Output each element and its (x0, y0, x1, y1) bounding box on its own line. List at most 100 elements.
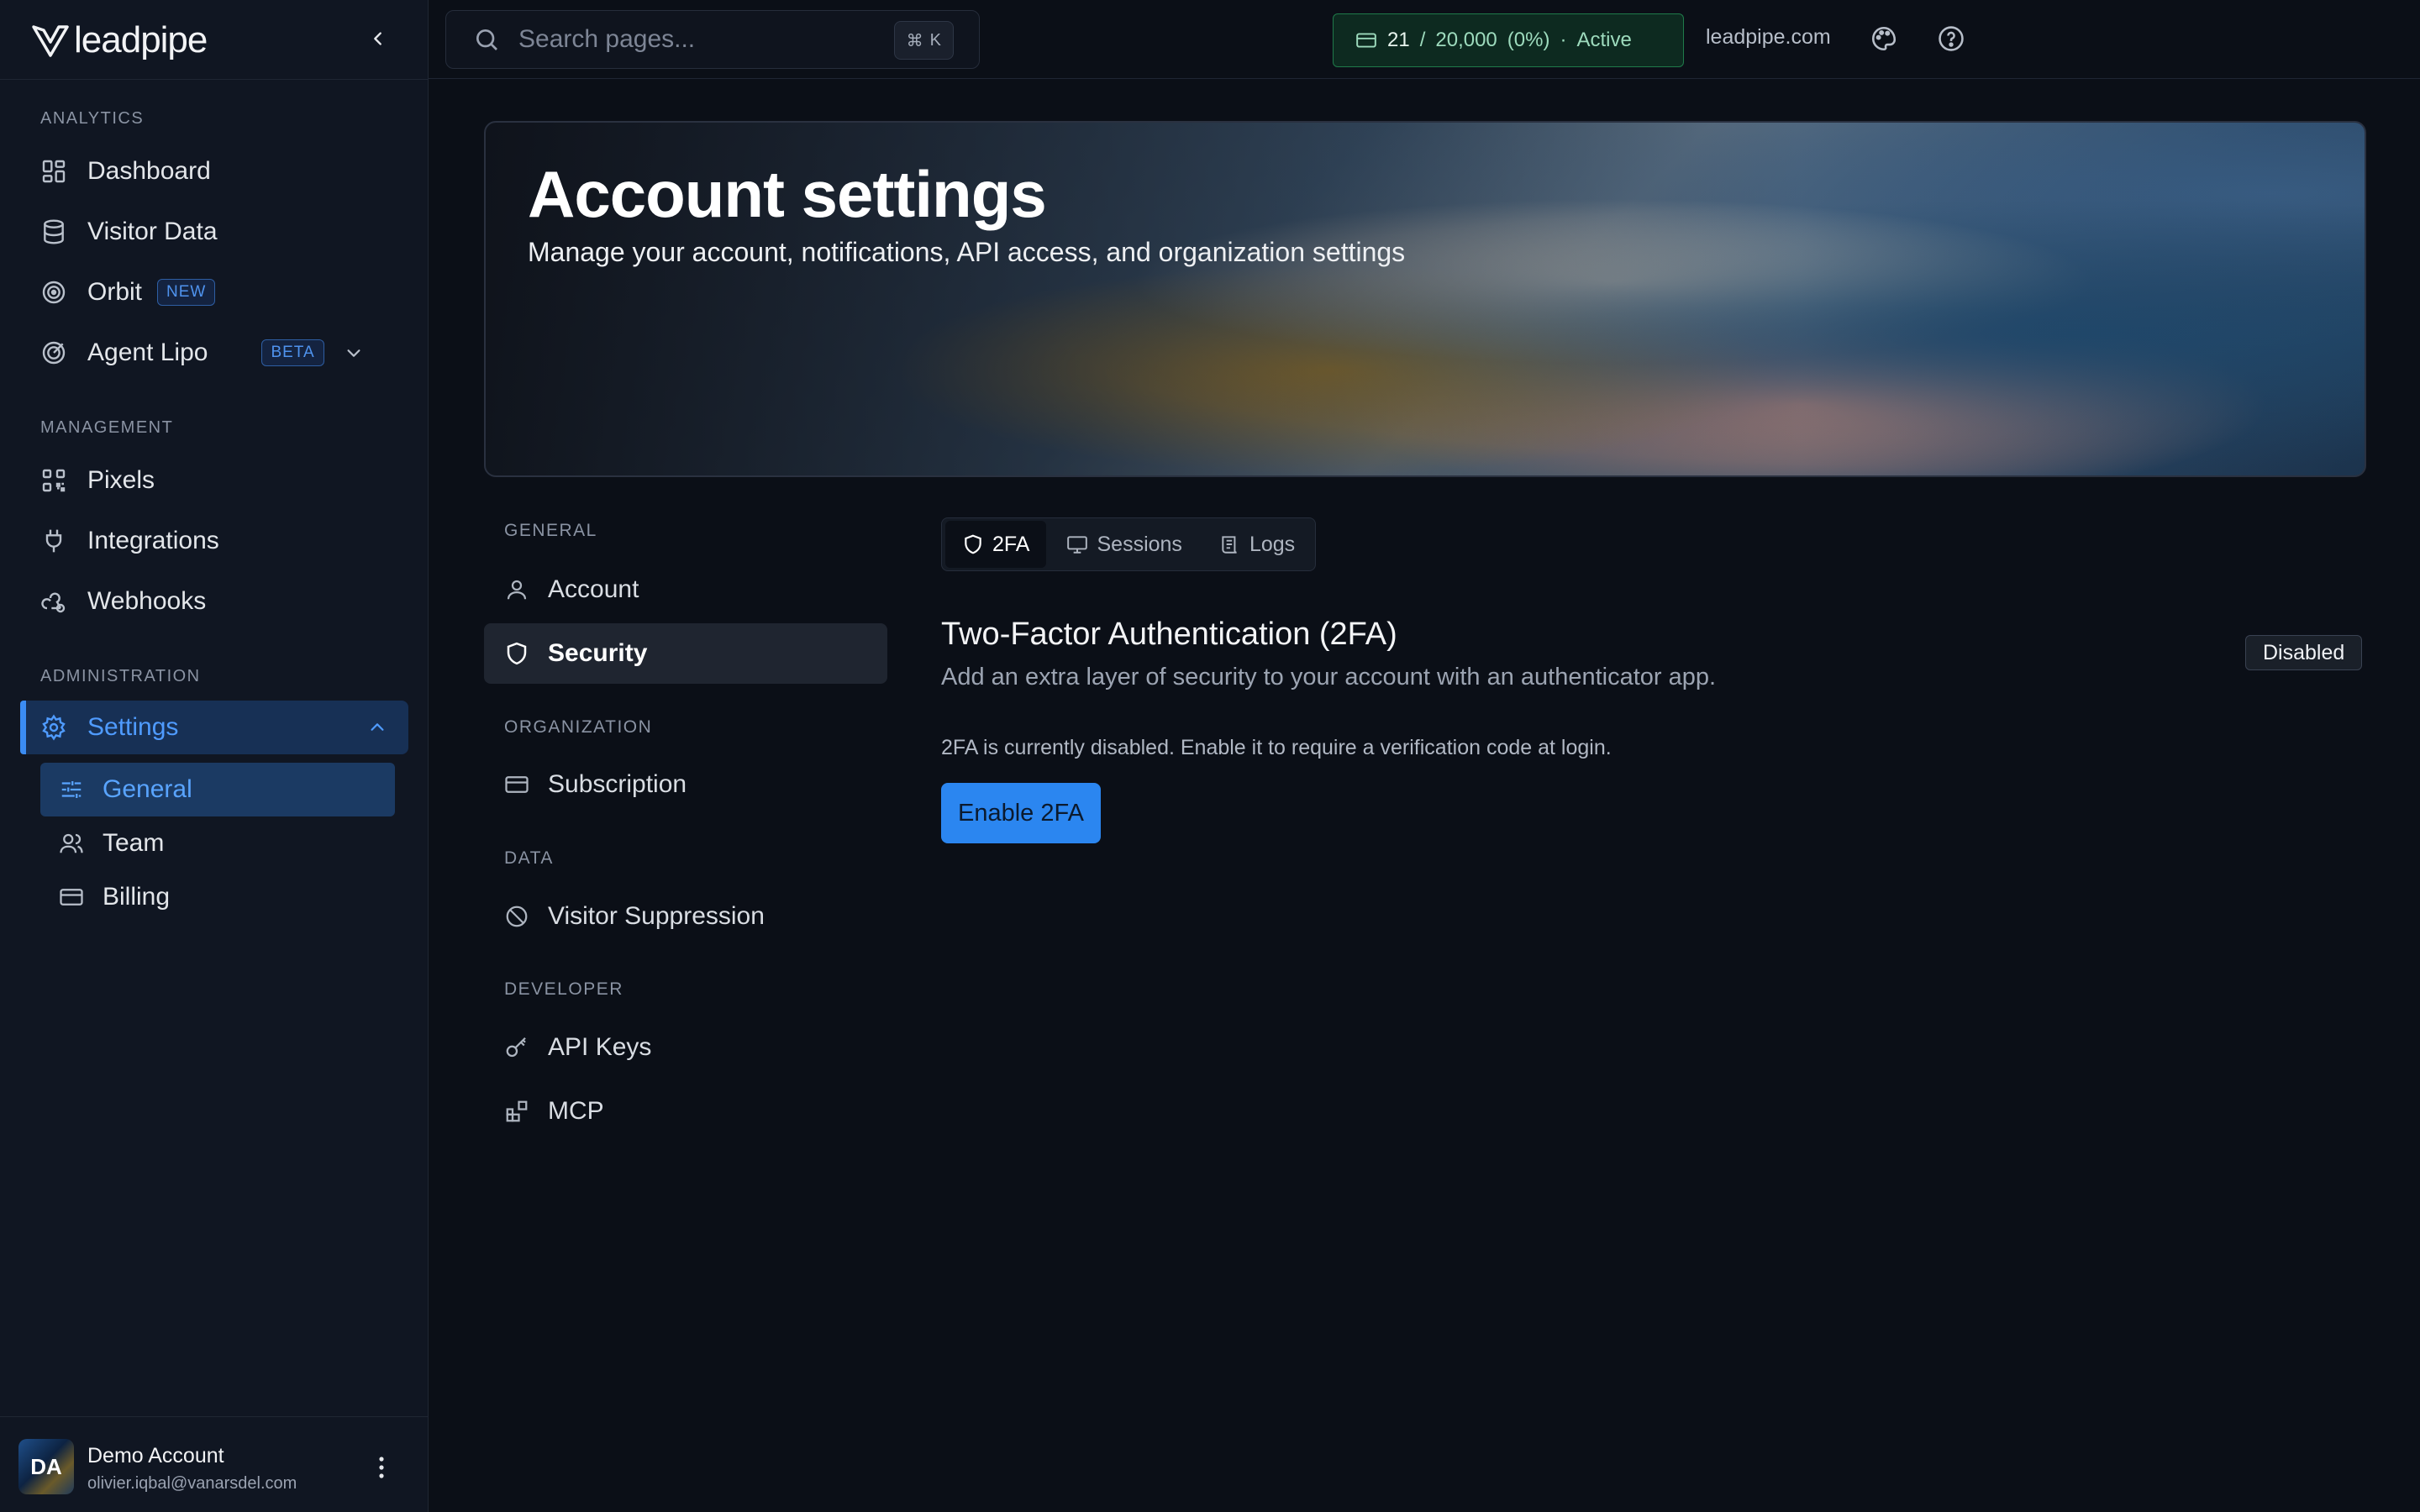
gear-icon (42, 714, 66, 741)
theme-button[interactable] (1867, 22, 1901, 55)
page-title: Account settings (528, 157, 1047, 231)
command-key-icon: ⌘ (906, 31, 923, 50)
user-name: Demo Account (87, 1444, 224, 1467)
section-description: Add an extra layer of security to your a… (941, 664, 1717, 690)
page-subtitle: Manage your account, notifications, API … (528, 237, 1406, 267)
brand-logo[interactable]: leadpipe (32, 17, 208, 64)
help-button[interactable] (1934, 22, 1968, 55)
usage-percent: (0%) (1507, 29, 1550, 51)
monitor-icon (1067, 536, 1088, 554)
tab-2fa[interactable]: 2FA (945, 521, 1047, 568)
status-badge: Disabled (2245, 635, 2363, 670)
sidebar-subitem-billing[interactable]: Billing (40, 870, 395, 924)
sidebar-subitem-team[interactable]: Team (40, 816, 395, 870)
sidebar-item-label: Agent Lipo (87, 339, 208, 366)
section-label-analytics: ANALYTICS (40, 109, 145, 128)
sidebar-item-orbit[interactable]: Orbit NEW (20, 265, 408, 319)
user-profile[interactable]: DA Demo Account olivier.iqbal@vanarsdel.… (0, 1416, 428, 1512)
sidebar-item-label: Webhooks (87, 587, 207, 615)
chevron-left-icon (374, 32, 381, 45)
credit-card-icon (1356, 33, 1376, 48)
sidebar: leadpipe ANALYTICS Dashboard Visitor Dat… (0, 0, 429, 1512)
settings-nav-label: Visitor Suppression (548, 902, 765, 930)
sidebar-item-label: Pixels (87, 466, 155, 494)
credit-card-icon (505, 776, 529, 793)
hero-banner: Account settings Manage your account, no… (484, 121, 2366, 477)
orbit-icon (42, 281, 66, 304)
sidebar-item-webhooks[interactable]: Webhooks (20, 575, 408, 628)
user-icon (507, 580, 527, 600)
tab-logs[interactable]: Logs (1202, 521, 1312, 568)
users-icon (60, 833, 83, 853)
settings-nav-label: Account (548, 575, 639, 603)
tab-label: 2FA (992, 532, 1030, 556)
usage-indicator[interactable]: 21 / 20,000 (0%) · Active (1333, 13, 1684, 67)
database-icon (44, 219, 64, 244)
settings-nav-label-developer: DEVELOPER (504, 979, 623, 999)
settings-nav-mcp[interactable]: MCP (484, 1081, 887, 1142)
settings-nav-account[interactable]: Account (484, 559, 887, 620)
active-indicator (20, 701, 26, 754)
sidebar-subitem-label: General (103, 775, 192, 803)
search-icon (476, 29, 497, 50)
target-icon (42, 341, 66, 365)
sidebar-item-label: Orbit (87, 278, 143, 306)
sidebar-subitem-general[interactable]: General (40, 763, 395, 816)
settings-nav-label-general: GENERAL (504, 521, 597, 540)
plug-icon (45, 529, 62, 553)
top-bar: Search pages... ⌘ K 21 / 20,000 (0%) · A… (429, 0, 2420, 79)
status-note: 2FA is currently disabled. Enable it to … (941, 736, 1612, 759)
keyboard-shortcut: ⌘ K (893, 21, 954, 60)
key-icon (506, 1037, 526, 1058)
section-label-administration: ADMINISTRATION (40, 667, 201, 685)
shortcut-key: K (929, 30, 941, 50)
settings-nav-label: MCP (548, 1097, 604, 1125)
settings-nav-label: API Keys (548, 1033, 652, 1061)
settings-nav-api-keys[interactable]: API Keys (484, 1017, 887, 1078)
usage-limit: 20,000 (1435, 29, 1497, 51)
dashboard-icon (42, 160, 66, 183)
sidebar-item-pixels[interactable]: Pixels (20, 454, 408, 507)
settings-nav-subscription[interactable]: Subscription (484, 754, 887, 815)
sidebar-item-settings[interactable]: Settings (20, 701, 408, 754)
sidebar-item-visitor-data[interactable]: Visitor Data (20, 205, 408, 259)
settings-nav-label-data: DATA (504, 848, 554, 868)
credit-card-icon (60, 889, 83, 906)
tab-sessions[interactable]: Sessions (1050, 521, 1198, 568)
settings-nav-label: Subscription (548, 770, 687, 798)
shield-icon (507, 642, 527, 665)
search-input[interactable]: Search pages... ⌘ K (445, 10, 980, 69)
beta-badge: BETA (261, 339, 324, 366)
leadpipe-logo-icon (32, 25, 69, 57)
usage-status: Active (1576, 29, 1632, 51)
chevron-up-icon (371, 723, 384, 731)
sliders-icon (61, 781, 82, 798)
sidebar-item-label: Visitor Data (87, 218, 218, 245)
avatar: DA (18, 1439, 74, 1494)
user-menu-button[interactable] (366, 1451, 397, 1484)
scroll-text-icon (1222, 536, 1237, 554)
help-circle-icon (1939, 26, 1964, 51)
section-title: Two-Factor Authentication (2FA) (941, 617, 1397, 652)
domain-selector[interactable]: leadpipe.com (1706, 25, 1831, 50)
sidebar-item-label: Integrations (87, 527, 219, 554)
blocks-icon (506, 1100, 528, 1122)
tab-label: Sessions (1097, 532, 1182, 556)
collapse-sidebar-button[interactable] (363, 22, 393, 55)
shield-icon (965, 534, 981, 554)
ban-icon (506, 906, 528, 927)
security-tabs: 2FA Sessions Logs (941, 517, 1316, 571)
palette-icon (1871, 26, 1897, 51)
user-email: olivier.iqbal@vanarsdel.com (87, 1474, 297, 1493)
enable-2fa-button[interactable]: Enable 2FA (941, 783, 1101, 843)
sidebar-item-integrations[interactable]: Integrations (20, 514, 408, 568)
settings-nav-visitor-suppression[interactable]: Visitor Suppression (484, 886, 887, 947)
settings-nav-security[interactable]: Security (484, 623, 887, 684)
search-placeholder: Search pages... (518, 25, 696, 53)
sidebar-item-dashboard[interactable]: Dashboard (20, 144, 408, 198)
qr-code-icon (42, 469, 66, 492)
sidebar-subitem-label: Team (103, 829, 165, 857)
sidebar-item-agent-lipo[interactable]: Agent Lipo BETA (20, 326, 408, 380)
usage-dot: · (1560, 29, 1567, 51)
settings-nav-label: Security (548, 639, 648, 667)
